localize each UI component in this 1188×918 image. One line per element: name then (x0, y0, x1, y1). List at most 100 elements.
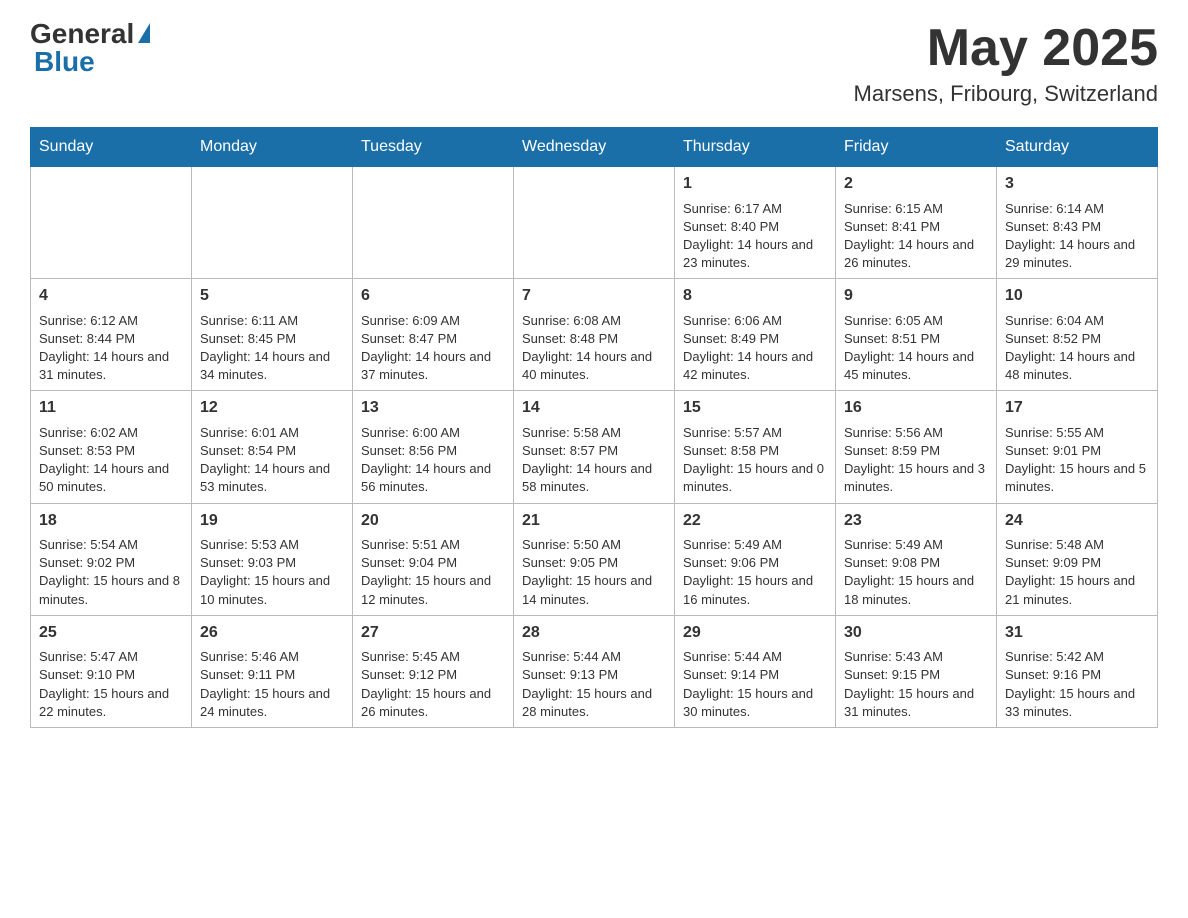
day-number: 4 (39, 285, 183, 307)
day-number: 26 (200, 622, 344, 644)
day-info: Sunrise: 5:58 AMSunset: 8:57 PMDaylight:… (522, 424, 666, 497)
day-number: 3 (1005, 173, 1149, 195)
day-number: 17 (1005, 397, 1149, 419)
calendar-cell: 18Sunrise: 5:54 AMSunset: 9:02 PMDayligh… (31, 503, 192, 615)
day-info: Sunrise: 6:06 AMSunset: 8:49 PMDaylight:… (683, 312, 827, 385)
calendar-cell: 2 Sunrise: 6:15 AMSunset: 8:41 PMDaylight… (836, 167, 997, 279)
calendar-cell: 17 Sunrise: 5:55 AMSunset: 9:01 PMDayligh… (997, 391, 1158, 503)
calendar-cell: 1 Sunrise: 6:17 AMSunset: 8:40 PMDaylight… (675, 167, 836, 279)
calendar-cell: 27 Sunrise: 5:45 AMSunset: 9:12 PMDayligh… (353, 615, 514, 727)
calendar-cell: 30 Sunrise: 5:43 AMSunset: 9:15 PMDayligh… (836, 615, 997, 727)
day-info: Sunrise: 5:44 AMSunset: 9:13 PMDaylight:… (522, 648, 666, 721)
calendar-cell: 6 Sunrise: 6:09 AMSunset: 8:47 PMDaylight… (353, 279, 514, 391)
day-info: Sunrise: 5:45 AMSunset: 9:12 PMDaylight:… (361, 648, 505, 721)
day-info: Sunrise: 6:04 AMSunset: 8:52 PMDaylight:… (1005, 312, 1149, 385)
day-info: Sunrise: 5:47 AMSunset: 9:10 PMDaylight:… (39, 648, 183, 721)
week-row-3: 11 Sunrise: 6:02 AMSunset: 8:53 PMDayligh… (31, 391, 1158, 503)
day-info: Sunrise: 5:55 AMSunset: 9:01 PMDaylight:… (1005, 424, 1149, 497)
month-year-title: May 2025 (854, 20, 1158, 77)
day-number: 20 (361, 510, 505, 532)
calendar-cell: 31 Sunrise: 5:42 AMSunset: 9:16 PMDayligh… (997, 615, 1158, 727)
day-info: Sunrise: 5:46 AMSunset: 9:11 PMDaylight:… (200, 648, 344, 721)
day-number: 11 (39, 397, 183, 419)
calendar-cell: 10 Sunrise: 6:04 AMSunset: 8:52 PMDayligh… (997, 279, 1158, 391)
calendar-cell: 22Sunrise: 5:49 AMSunset: 9:06 PMDayligh… (675, 503, 836, 615)
day-number: 8 (683, 285, 827, 307)
day-info: Sunrise: 5:42 AMSunset: 9:16 PMDaylight:… (1005, 648, 1149, 721)
column-header-saturday: Saturday (997, 128, 1158, 167)
day-info: Sunrise: 6:17 AMSunset: 8:40 PMDaylight:… (683, 200, 827, 273)
day-info: Sunrise: 6:11 AMSunset: 8:45 PMDaylight:… (200, 312, 344, 385)
column-header-sunday: Sunday (31, 128, 192, 167)
column-header-monday: Monday (192, 128, 353, 167)
day-number: 25 (39, 622, 183, 644)
day-number: 14 (522, 397, 666, 419)
day-number: 21 (522, 510, 666, 532)
logo-general: General (30, 20, 150, 48)
day-info: Sunrise: 5:43 AMSunset: 9:15 PMDaylight:… (844, 648, 988, 721)
day-number: 23 (844, 510, 988, 532)
day-number: 6 (361, 285, 505, 307)
day-info: Sunrise: 6:08 AMSunset: 8:48 PMDaylight:… (522, 312, 666, 385)
day-number: 2 (844, 173, 988, 195)
calendar-cell: 15Sunrise: 5:57 AMSunset: 8:58 PMDayligh… (675, 391, 836, 503)
calendar-cell (192, 167, 353, 279)
day-info: Sunrise: 5:49 AMSunset: 9:08 PMDaylight:… (844, 536, 988, 609)
calendar-cell: 25 Sunrise: 5:47 AMSunset: 9:10 PMDayligh… (31, 615, 192, 727)
day-number: 27 (361, 622, 505, 644)
calendar-cell: 11 Sunrise: 6:02 AMSunset: 8:53 PMDayligh… (31, 391, 192, 503)
day-info: Sunrise: 5:54 AMSunset: 9:02 PMDaylight:… (39, 536, 183, 609)
day-number: 22 (683, 510, 827, 532)
calendar-cell: 14 Sunrise: 5:58 AMSunset: 8:57 PMDayligh… (514, 391, 675, 503)
calendar-cell: 21Sunrise: 5:50 AMSunset: 9:05 PMDayligh… (514, 503, 675, 615)
day-number: 9 (844, 285, 988, 307)
week-row-4: 18Sunrise: 5:54 AMSunset: 9:02 PMDayligh… (31, 503, 1158, 615)
calendar-cell (353, 167, 514, 279)
day-number: 10 (1005, 285, 1149, 307)
day-number: 28 (522, 622, 666, 644)
calendar-cell: 29Sunrise: 5:44 AMSunset: 9:14 PMDayligh… (675, 615, 836, 727)
calendar-header-row: SundayMondayTuesdayWednesdayThursdayFrid… (31, 128, 1158, 167)
day-number: 24 (1005, 510, 1149, 532)
week-row-2: 4 Sunrise: 6:12 AMSunset: 8:44 PMDaylight… (31, 279, 1158, 391)
calendar-cell: 3Sunrise: 6:14 AMSunset: 8:43 PMDaylight… (997, 167, 1158, 279)
day-number: 19 (200, 510, 344, 532)
page-header: General Blue May 2025 Marsens, Fribourg,… (30, 20, 1158, 107)
week-row-5: 25 Sunrise: 5:47 AMSunset: 9:10 PMDayligh… (31, 615, 1158, 727)
logo: General Blue (30, 20, 150, 76)
logo-blue-text: Blue (34, 48, 150, 76)
calendar-cell: 7Sunrise: 6:08 AMSunset: 8:48 PMDaylight… (514, 279, 675, 391)
column-header-friday: Friday (836, 128, 997, 167)
day-info: Sunrise: 5:56 AMSunset: 8:59 PMDaylight:… (844, 424, 988, 497)
calendar-cell: 5Sunrise: 6:11 AMSunset: 8:45 PMDaylight… (192, 279, 353, 391)
calendar-table: SundayMondayTuesdayWednesdayThursdayFrid… (30, 127, 1158, 728)
calendar-cell: 20Sunrise: 5:51 AMSunset: 9:04 PMDayligh… (353, 503, 514, 615)
day-info: Sunrise: 6:02 AMSunset: 8:53 PMDaylight:… (39, 424, 183, 497)
day-info: Sunrise: 5:53 AMSunset: 9:03 PMDaylight:… (200, 536, 344, 609)
day-number: 16 (844, 397, 988, 419)
day-info: Sunrise: 5:44 AMSunset: 9:14 PMDaylight:… (683, 648, 827, 721)
day-info: Sunrise: 6:05 AMSunset: 8:51 PMDaylight:… (844, 312, 988, 385)
calendar-cell: 13Sunrise: 6:00 AMSunset: 8:56 PMDayligh… (353, 391, 514, 503)
location-subtitle: Marsens, Fribourg, Switzerland (854, 81, 1158, 107)
calendar-cell: 23 Sunrise: 5:49 AMSunset: 9:08 PMDayligh… (836, 503, 997, 615)
calendar-cell: 16 Sunrise: 5:56 AMSunset: 8:59 PMDayligh… (836, 391, 997, 503)
day-number: 31 (1005, 622, 1149, 644)
day-number: 1 (683, 173, 827, 195)
day-info: Sunrise: 6:09 AMSunset: 8:47 PMDaylight:… (361, 312, 505, 385)
logo-triangle-icon (138, 23, 150, 43)
calendar-cell: 4 Sunrise: 6:12 AMSunset: 8:44 PMDaylight… (31, 279, 192, 391)
column-header-thursday: Thursday (675, 128, 836, 167)
day-info: Sunrise: 6:12 AMSunset: 8:44 PMDaylight:… (39, 312, 183, 385)
calendar-cell: 9 Sunrise: 6:05 AMSunset: 8:51 PMDaylight… (836, 279, 997, 391)
day-info: Sunrise: 6:15 AMSunset: 8:41 PMDaylight:… (844, 200, 988, 273)
calendar-cell: 24 Sunrise: 5:48 AMSunset: 9:09 PMDayligh… (997, 503, 1158, 615)
calendar-cell (514, 167, 675, 279)
day-info: Sunrise: 5:48 AMSunset: 9:09 PMDaylight:… (1005, 536, 1149, 609)
day-number: 13 (361, 397, 505, 419)
day-number: 30 (844, 622, 988, 644)
calendar-cell: 19 Sunrise: 5:53 AMSunset: 9:03 PMDayligh… (192, 503, 353, 615)
day-info: Sunrise: 5:57 AMSunset: 8:58 PMDaylight:… (683, 424, 827, 497)
column-header-wednesday: Wednesday (514, 128, 675, 167)
title-section: May 2025 Marsens, Fribourg, Switzerland (854, 20, 1158, 107)
